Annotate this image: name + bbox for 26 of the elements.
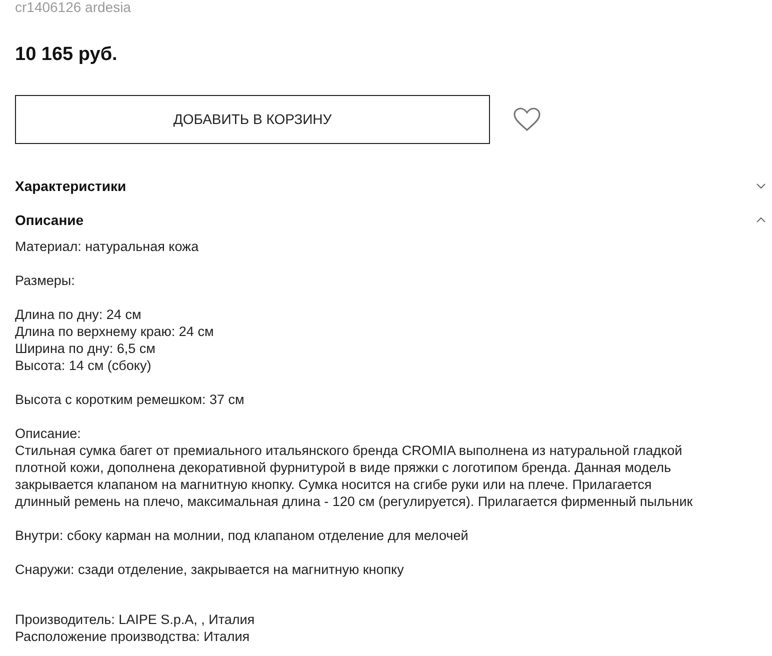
add-to-cart-button[interactable]: ДОБАВИТЬ В КОРЗИНУ <box>15 95 490 144</box>
product-code: cr1406126 ardesia <box>15 0 131 15</box>
description-text: длинный ремень на плечо, максимальная длина - 120 см (регулируется). Прилагается фирменный пыльник <box>15 493 693 510</box>
description-text: Длина по верхнему краю: 24 см <box>15 323 214 340</box>
description-text: Размеры: <box>15 272 75 289</box>
chevron-up-icon[interactable] <box>756 217 766 223</box>
description-text: закрывается клапаном на магнитную кнопку. Сумка носится на сгибе руки или на плече. Прилагается <box>15 476 652 493</box>
description-text: Производитель: LAIPE S.p.A, , Италия <box>15 611 255 628</box>
description-text: Внутри: сбоку карман на молнии, под клапаном отделение для мелочей <box>15 527 468 544</box>
section-title: Описание <box>15 211 84 229</box>
description-text: Высота с коротким ремешком: 37 см <box>15 391 244 408</box>
description-text: Описание: <box>15 425 81 442</box>
description-text: Материал: натуральная кожа <box>15 238 199 255</box>
description-text: Длина по дну: 24 см <box>15 306 142 323</box>
description-text: Расположение производства: Италия <box>15 628 250 645</box>
description-text: Ширина по дну: 6,5 см <box>15 340 156 357</box>
heart-icon[interactable] <box>513 107 541 132</box>
chevron-down-icon[interactable] <box>756 183 766 189</box>
description-text: плотной кожи, дополнена декоративной фурнитурой в виде пряжки с логотипом бренда. Данная модель <box>15 459 672 476</box>
description-text: Снаружи: сзади отделение, закрывается на магнитную кнопку <box>15 561 404 578</box>
section-title: Характеристики <box>15 177 126 195</box>
description-text: Стильная сумка багет от премиального итальянского бренда CROMIA выполнена из натуральной гладкой <box>15 442 682 459</box>
description-text: Высота: 14 см (сбоку) <box>15 357 152 374</box>
price: 10 165 руб. <box>15 45 118 65</box>
section-header[interactable]: Описание <box>15 211 766 229</box>
section-header[interactable]: Характеристики <box>15 177 766 195</box>
